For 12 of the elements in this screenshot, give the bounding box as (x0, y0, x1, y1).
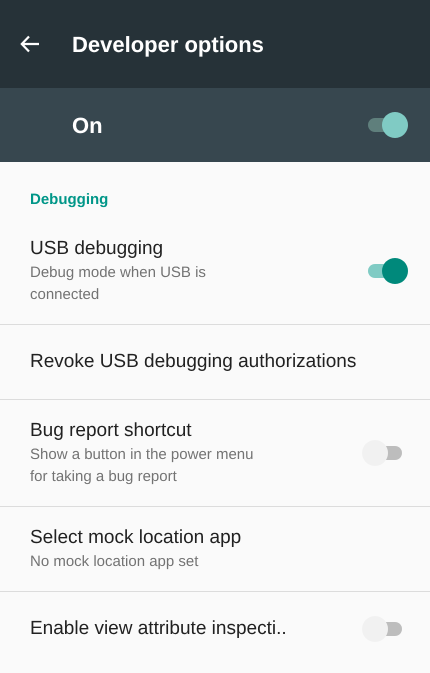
setting-title[interactable]: Select mock location app (30, 525, 408, 551)
setting-title[interactable]: Bug report shortcut (30, 418, 330, 444)
back-arrow-icon[interactable] (20, 35, 40, 53)
setting-summary: No mock location app set (30, 552, 200, 572)
master-switch-label: On (72, 112, 103, 140)
setting-title[interactable]: USB debugging (30, 236, 330, 262)
setting-summary: Show a button in the power menu for taking a bug report (30, 445, 254, 487)
setting-summary: Debug mode when USB is connected (30, 263, 207, 305)
setting-title[interactable]: Enable view attribute inspecti.. (30, 616, 330, 642)
section-header: Debugging (30, 191, 108, 208)
setting-title[interactable]: Revoke USB debugging authorizations (30, 349, 408, 375)
screen-title: Developer options (72, 30, 264, 59)
